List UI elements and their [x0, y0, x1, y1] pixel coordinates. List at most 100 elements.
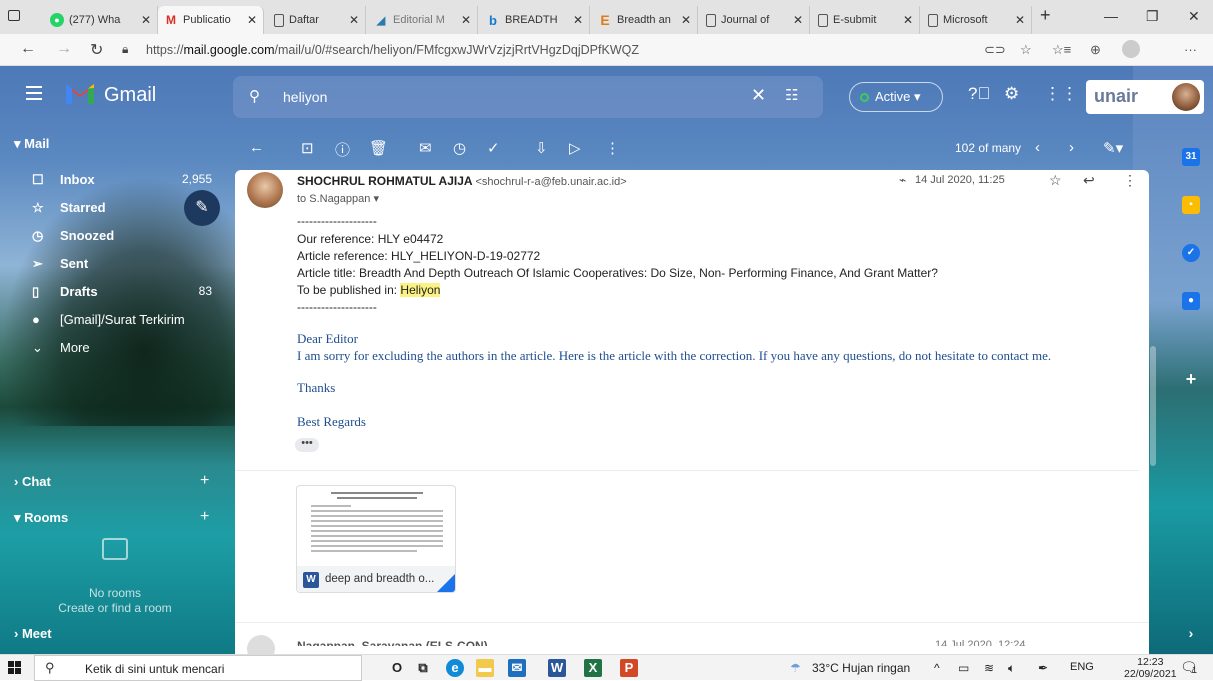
close-window-icon[interactable]: ✕: [1188, 8, 1200, 25]
back-to-list-icon[interactable]: ←: [249, 139, 264, 156]
mail-section-header[interactable]: ▾ Mail: [14, 136, 49, 152]
apps-grid-icon[interactable]: ⋮⋮: [1044, 84, 1078, 104]
account-brand[interactable]: unair: [1086, 80, 1204, 114]
more-vert-icon[interactable]: ⋮: [605, 139, 620, 157]
clear-search-icon[interactable]: ✕: [751, 85, 766, 106]
previous-page-icon[interactable]: ‹: [1035, 139, 1040, 156]
browser-tab[interactable]: ◢ Editorial M ✕: [368, 6, 478, 34]
close-tab-icon[interactable]: ✕: [1015, 13, 1025, 27]
chevron-up-icon[interactable]: ^: [934, 661, 940, 675]
more-vert-icon[interactable]: ⋮: [1123, 172, 1137, 189]
show-trimmed-content-button[interactable]: •••: [295, 438, 319, 452]
read-aloud-icon[interactable]: ⊂⊃: [984, 42, 1006, 58]
tasks-icon[interactable]: ✓: [1182, 244, 1200, 262]
help-icon[interactable]: ?⃝: [968, 84, 990, 104]
close-tab-icon[interactable]: ✕: [573, 13, 583, 27]
close-tab-icon[interactable]: ✕: [141, 13, 151, 27]
powerpoint-icon[interactable]: P: [620, 659, 638, 677]
mail-icon[interactable]: ✉: [508, 659, 526, 677]
browser-tab[interactable]: E-submit ✕: [812, 6, 920, 34]
next-page-icon[interactable]: ›: [1069, 139, 1074, 156]
reply-icon[interactable]: ↩: [1083, 172, 1095, 189]
search-bar[interactable]: ⚲ heliyon ✕ ☷: [233, 76, 823, 118]
close-tab-icon[interactable]: ✕: [681, 13, 691, 27]
next-message-collapsed[interactable]: Nagappan, Saravanan (ELS-CON) 14 Jul 202…: [235, 622, 1149, 654]
search-options-icon[interactable]: ☷: [785, 86, 798, 104]
gear-icon[interactable]: ⚙: [1004, 84, 1019, 104]
sidebar-item-drafts[interactable]: ▯ Drafts 83: [32, 284, 222, 306]
taskbar-search[interactable]: ⚲ Ketik di sini untuk mencari: [34, 655, 362, 681]
sidebar-item-surat-terkirim[interactable]: ● [Gmail]/Surat Terkirim: [32, 312, 222, 334]
archive-icon[interactable]: ⊡: [301, 139, 314, 157]
sidebar-item-sent[interactable]: ➢ Sent: [32, 256, 222, 278]
language-indicator[interactable]: ENG: [1070, 661, 1094, 673]
close-tab-icon[interactable]: ✕: [247, 13, 257, 27]
browser-tab[interactable]: b BREADTH ✕: [480, 6, 590, 34]
file-explorer-icon[interactable]: ▬: [476, 659, 494, 677]
recipients-toggle[interactable]: to S.Nagappan ▾: [297, 192, 379, 205]
sidebar-item-more[interactable]: ⌄ More: [32, 340, 222, 362]
volume-icon[interactable]: 🔈︎: [1008, 661, 1015, 676]
tab-actions-icon[interactable]: [8, 10, 20, 21]
browser-tab[interactable]: Journal of ✕: [700, 6, 810, 34]
create-room-link[interactable]: Create or find a room: [40, 601, 190, 616]
snooze-icon[interactable]: ◷: [453, 139, 466, 157]
sidebar-item-snoozed[interactable]: ◷ Snoozed: [32, 228, 222, 250]
close-tab-icon[interactable]: ✕: [903, 13, 913, 27]
browser-tab[interactable]: ● (277) Wha ✕: [44, 6, 158, 34]
close-tab-icon[interactable]: ✕: [461, 13, 471, 27]
star-message-icon[interactable]: ☆: [1049, 172, 1062, 189]
status-selector[interactable]: Active ▾: [849, 82, 943, 112]
task-view-icon[interactable]: ⧉: [414, 659, 432, 677]
sidebar-item-starred[interactable]: ☆ Starred: [32, 200, 222, 222]
browser-tab[interactable]: Microsoft ✕: [922, 6, 1032, 34]
collections-icon[interactable]: ⊕: [1090, 42, 1101, 58]
battery-icon[interactable]: ▭: [958, 661, 969, 675]
delete-icon[interactable]: 🗑︎: [369, 139, 388, 157]
browser-tab[interactable]: E Breadth an ✕: [592, 6, 698, 34]
calendar-icon[interactable]: 31: [1182, 148, 1200, 166]
meet-section-header[interactable]: › Meet: [14, 626, 52, 641]
browser-tab[interactable]: Daftar ✕: [268, 6, 366, 34]
add-addon-icon[interactable]: +: [1182, 370, 1200, 388]
add-chat-icon[interactable]: +: [200, 472, 209, 490]
wifi-icon[interactable]: ≋: [984, 661, 994, 675]
rooms-section-header[interactable]: ▾ Rooms: [14, 510, 68, 526]
add-task-icon[interactable]: ✓: [487, 139, 500, 157]
input-tools-icon[interactable]: ✎▾: [1103, 139, 1123, 157]
cortana-icon[interactable]: O: [388, 659, 406, 677]
report-spam-icon[interactable]: ⓘ: [335, 139, 350, 160]
close-tab-icon[interactable]: ✕: [349, 13, 359, 27]
profile-icon[interactable]: [1122, 40, 1140, 58]
url-field[interactable]: https://mail.google.com/mail/u/0/#search…: [146, 43, 639, 57]
forward-arrow-icon[interactable]: →: [56, 40, 72, 58]
weather-text[interactable]: 33°C Hujan ringan: [812, 661, 910, 675]
search-icon[interactable]: ⚲: [249, 87, 260, 105]
scrollbar[interactable]: [1150, 346, 1156, 466]
main-menu-icon[interactable]: [26, 86, 42, 104]
excel-icon[interactable]: X: [584, 659, 602, 677]
sidebar-item-inbox[interactable]: ☐ Inbox 2,955: [32, 172, 222, 194]
label-tag-icon[interactable]: ▷: [569, 139, 581, 157]
windows-start-icon[interactable]: [8, 661, 22, 675]
favorites-list-icon[interactable]: ☆≡: [1052, 42, 1071, 58]
collapse-panel-icon[interactable]: ›: [1182, 624, 1200, 642]
favorite-star-icon[interactable]: ☆: [1020, 42, 1032, 58]
restore-icon[interactable]: ❐: [1146, 8, 1159, 25]
contacts-icon[interactable]: ●: [1182, 292, 1200, 310]
move-to-icon[interactable]: ⇩: [535, 139, 548, 157]
chat-section-header[interactable]: › Chat: [14, 474, 51, 489]
edge-icon[interactable]: e: [446, 659, 464, 677]
keep-icon[interactable]: ▪: [1182, 196, 1200, 214]
minimize-icon[interactable]: —: [1104, 8, 1118, 24]
more-menu-icon[interactable]: ···: [1184, 42, 1197, 57]
avatar[interactable]: [1172, 83, 1200, 111]
pen-icon[interactable]: ✒: [1038, 661, 1048, 675]
new-tab-button[interactable]: +: [1040, 5, 1051, 26]
search-input[interactable]: heliyon: [283, 89, 327, 105]
attachment-card[interactable]: W deep and breadth o...: [296, 485, 456, 593]
word-icon[interactable]: W: [548, 659, 566, 677]
close-tab-icon[interactable]: ✕: [793, 13, 803, 27]
add-room-icon[interactable]: +: [200, 508, 209, 526]
clock[interactable]: 12:23 22/09/2021: [1124, 656, 1177, 680]
